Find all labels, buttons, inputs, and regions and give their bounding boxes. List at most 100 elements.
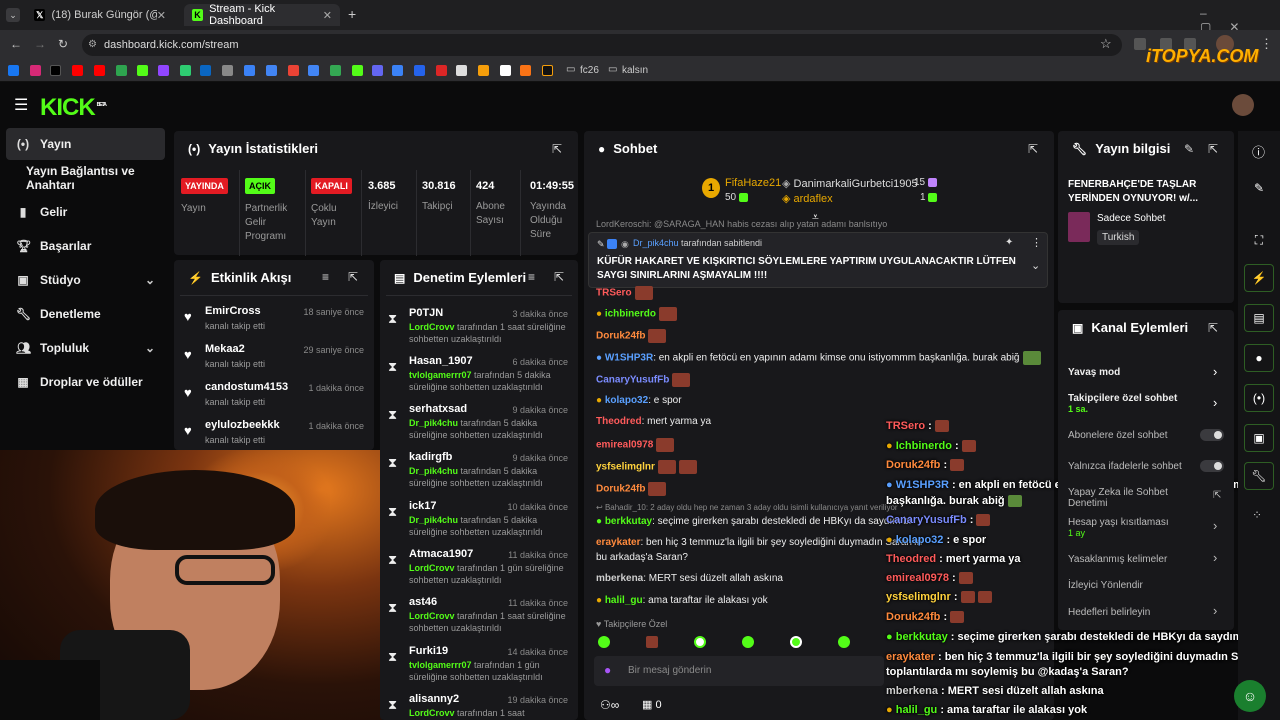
bookmark-icon[interactable] <box>500 65 511 76</box>
bookmark-icon[interactable] <box>244 65 255 76</box>
popout-icon[interactable]: ⇱ <box>1208 142 1218 156</box>
tab-search-icon[interactable]: ⌄ <box>6 8 20 22</box>
settings-dots-icon[interactable]: ⁘ <box>1252 508 1262 522</box>
emote-icon[interactable] <box>742 636 754 648</box>
bookmark-icon[interactable] <box>352 65 363 76</box>
close-tab-icon[interactable]: ✕ <box>323 9 332 22</box>
sidebar-item-stream-key[interactable]: Yayın Bağlantısı ve Anahtarı <box>6 162 176 194</box>
chevron-right-icon[interactable]: › <box>1213 550 1217 565</box>
bookmark-gmail-icon[interactable] <box>288 65 299 76</box>
chat-username[interactable]: Doruk24fb <box>596 331 645 342</box>
lock-shortcut-icon[interactable]: ▣ <box>1244 424 1274 452</box>
bookmark-icon[interactable] <box>478 65 489 76</box>
forward-icon[interactable]: → <box>34 37 46 51</box>
moderator-name[interactable]: tvlolgamerrr07 <box>409 660 472 670</box>
tab-kick-dashboard[interactable]: K Stream - Kick Dashboard ✕ <box>184 3 340 27</box>
moderated-user[interactable]: ast46 <box>409 596 437 608</box>
unpin-icon[interactable]: ✦ <box>1005 237 1013 248</box>
bookmark-icon[interactable] <box>542 65 553 76</box>
sidebar-item-gelir[interactable]: ▮ Gelir <box>6 196 165 228</box>
filter-icon[interactable]: ≡ <box>322 270 329 284</box>
moderated-user[interactable]: serhatxsad <box>409 403 467 415</box>
goals-row[interactable]: Hedefleri belirleyin <box>1068 607 1228 618</box>
menu-icon[interactable]: ⋮ <box>1260 36 1273 52</box>
moderated-user[interactable]: Atmaca1907 <box>409 548 473 560</box>
activity-user[interactable]: eylulozbeekkk <box>205 419 280 431</box>
extension-icon[interactable] <box>1134 38 1146 50</box>
ai-moderation-row[interactable]: Yapay Zeka ile Sohbet Denetimi <box>1068 487 1188 509</box>
emote-icon[interactable] <box>790 636 802 648</box>
document-shortcut-icon[interactable]: ▤ <box>1244 304 1274 332</box>
bookmark-folder-fc26[interactable]: fc26 <box>580 65 599 76</box>
connections-icon[interactable]: ⚇∞ <box>600 698 619 712</box>
moderator-name[interactable]: Dr_pik4chu <box>409 515 458 525</box>
bookmark-sheets-icon[interactable] <box>330 65 341 76</box>
tag-chip[interactable]: Turkish <box>1097 230 1140 245</box>
user-avatar[interactable] <box>1232 94 1254 116</box>
pinned-by-user[interactable]: Dr_pik4chu <box>633 238 679 248</box>
followers-only-row[interactable]: Takipçilere özel sohbet 1 sa. <box>1068 393 1228 414</box>
hamburger-menu-icon[interactable]: ☰ <box>14 95 28 115</box>
chat-shortcut-icon[interactable]: ● <box>1244 344 1274 372</box>
filter-icon[interactable]: ≡ <box>528 270 535 284</box>
moderator-name[interactable]: tvlolgamerrr07 <box>409 370 472 380</box>
chevron-right-icon[interactable]: › <box>1213 603 1217 618</box>
moderator-name[interactable]: Dr_pik4chu <box>409 466 458 476</box>
site-info-icon[interactable]: ⚙ <box>88 34 97 56</box>
chat-username[interactable]: berkkutay <box>605 516 652 527</box>
account-age-row[interactable]: Hesap yaşı kısıtlaması 1 ay <box>1068 517 1228 538</box>
sidebar-item-topluluk[interactable]: 👥︎ Topluluk ⌄ <box>6 332 165 364</box>
moderator-name[interactable]: LordCrovv <box>409 322 455 332</box>
close-tab-icon[interactable]: ✕ <box>157 9 166 22</box>
moderated-user[interactable]: alisanny2 <box>409 693 459 705</box>
moderator-name[interactable]: LordCrovv <box>409 708 455 718</box>
new-tab-button[interactable]: + <box>348 6 356 22</box>
popout-icon[interactable]: ⇱ <box>554 270 564 284</box>
moderated-user[interactable]: Furki19 <box>409 645 448 657</box>
kick-logo[interactable]: KICK BETA <box>40 94 107 122</box>
bookmark-docs-icon[interactable] <box>308 65 319 76</box>
bookmark-kick-icon[interactable] <box>137 65 148 76</box>
moderated-user[interactable]: kadirgfb <box>409 451 452 463</box>
bookmark-twitch-icon[interactable] <box>158 65 169 76</box>
sidebar-item-studyo[interactable]: ▣ Stüdyo ⌄ <box>6 264 165 296</box>
banned-words-row[interactable]: Yasaklanmış kelimeler <box>1068 554 1228 565</box>
wrench-shortcut-icon[interactable]: 🔧︎ <box>1244 462 1274 490</box>
emote-icon[interactable] <box>838 636 850 648</box>
chat-username[interactable]: Doruk24fb <box>596 484 645 495</box>
popout-icon[interactable]: ⇱ <box>348 270 358 284</box>
bookmark-youtube-icon[interactable] <box>94 65 105 76</box>
points-display[interactable]: ▦ 0 <box>642 698 662 711</box>
chevron-down-icon[interactable]: ⌄ <box>1031 259 1040 272</box>
raid-row[interactable]: İzleyici Yönlendir <box>1068 580 1228 591</box>
leader-name[interactable]: ◈ ardaflex <box>782 192 833 205</box>
help-chat-button[interactable]: ☺ <box>1234 680 1266 712</box>
moderator-name[interactable]: Dr_pik4chu <box>409 418 458 428</box>
popout-icon[interactable]: ⇱ <box>1028 142 1038 156</box>
bookmark-icon[interactable] <box>116 65 127 76</box>
activity-user[interactable]: candostum4153 <box>205 381 288 393</box>
emote-only-toggle[interactable] <box>1200 460 1224 472</box>
bookmark-instagram-icon[interactable] <box>30 65 41 76</box>
bookmark-x-icon[interactable] <box>50 65 61 76</box>
chevron-right-icon[interactable]: › <box>1213 395 1217 410</box>
chat-username[interactable]: CanaryYusufFb <box>596 375 669 386</box>
chat-username[interactable]: halil_gu <box>605 595 643 606</box>
leader-name[interactable]: FifaHaze21 <box>725 177 781 189</box>
subscribers-only-toggle[interactable] <box>1200 429 1224 441</box>
chat-username[interactable]: mberkena <box>596 573 643 584</box>
slow-mode-row[interactable]: Yavaş mod <box>1068 367 1228 378</box>
popout-icon[interactable]: ⇱ <box>552 142 562 156</box>
back-icon[interactable]: ← <box>10 37 22 51</box>
moderated-user[interactable]: ick17 <box>409 500 437 512</box>
activity-user[interactable]: EmirCross <box>205 305 261 317</box>
popout-icon[interactable]: ⇱ <box>1208 321 1218 335</box>
microphone-icon[interactable]: ● <box>604 663 611 677</box>
bookmark-icon[interactable] <box>436 65 447 76</box>
activity-user[interactable]: Mekaa2 <box>205 343 245 355</box>
sidebar-item-basarilar[interactable]: 🏆︎ Başarılar <box>6 230 165 262</box>
edit-icon[interactable]: ✎ <box>1184 142 1194 156</box>
bookmark-star-icon[interactable]: ☆ <box>1100 36 1112 52</box>
chat-username[interactable]: W1SHP3R <box>605 353 653 364</box>
bookmark-linkedin-icon[interactable] <box>200 65 211 76</box>
